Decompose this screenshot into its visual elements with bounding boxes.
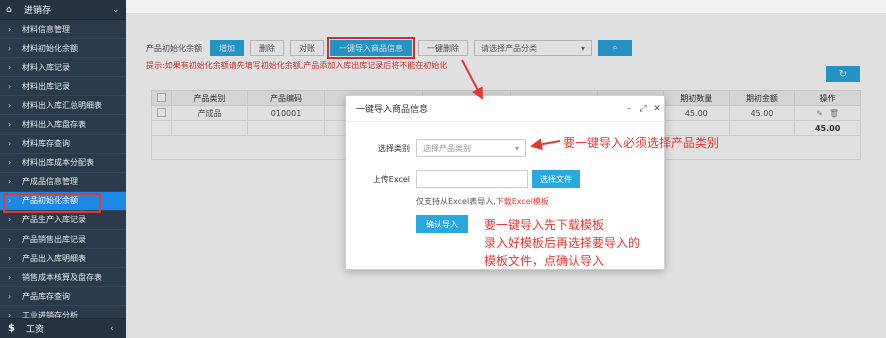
- modal-title: 一键导入商品信息: [356, 105, 429, 115]
- sidebar-item[interactable]: › 材料出库记录: [0, 77, 126, 97]
- chevron-down-icon: ⌄: [112, 4, 120, 15]
- sidebar-item[interactable]: › 产品生产入库记录: [0, 211, 126, 231]
- sidebar-item-label: 材料信息管理: [22, 24, 70, 34]
- modal-header: 一键导入商品信息 – ⤢ ✕: [346, 96, 664, 122]
- chevron-right-icon: ›: [8, 158, 12, 168]
- chevron-right-icon: ›: [8, 234, 12, 244]
- caret-down-icon: ▾: [514, 143, 519, 153]
- annotation-line: 要一键导入先下载模板: [484, 218, 605, 232]
- sidebar-item[interactable]: › 材料出入库汇总明细表: [0, 96, 126, 116]
- sidebar-item-label: 材料入库记录: [22, 62, 70, 72]
- sidebar-item-label: 材料出库记录: [22, 81, 70, 91]
- chevron-left-icon: ‹: [110, 323, 114, 334]
- sidebar-item[interactable]: › 产品库存查询: [0, 287, 126, 307]
- sidebar-item-label: 产成品信息管理: [22, 177, 78, 187]
- minimize-icon[interactable]: –: [622, 104, 636, 114]
- category-row: 选择类别 选择产品类别 ▾: [346, 139, 526, 157]
- annotation-line: 模板文件，点确认导入: [484, 254, 605, 268]
- sidebar-item[interactable]: › 材料库存查询: [0, 135, 126, 154]
- maximize-icon[interactable]: ⤢: [636, 104, 650, 114]
- sidebar-section-label: 进销存: [24, 6, 52, 16]
- modal-category-value: 选择产品类别: [423, 143, 471, 153]
- chevron-right-icon: ›: [8, 177, 12, 187]
- chevron-right-icon: ›: [8, 272, 12, 282]
- sidebar-item-label: 产品出入库明细表: [22, 253, 86, 263]
- upload-label: 上传Excel: [372, 174, 410, 184]
- sidebar: ⌂ 进销存 ⌄ › 材料信息管理 › 材料初始化余额 › 材料入库记录 › 材料出库记录…: [0, 0, 126, 338]
- chevron-right-icon: ›: [8, 196, 12, 206]
- top-bar: [126, 0, 886, 14]
- chevron-right-icon: ›: [8, 43, 12, 53]
- chevron-right-icon: ›: [8, 291, 12, 301]
- confirm-import-button[interactable]: 确认导入: [416, 215, 468, 233]
- sidebar-item-label: 材料库存查询: [22, 139, 70, 149]
- note-prefix: 仅支持从Excel表导入,: [416, 197, 496, 206]
- chevron-right-icon: ›: [8, 62, 12, 72]
- confirm-row: 确认导入: [416, 215, 468, 233]
- sidebar-item-label: 材料出入库盘存表: [22, 120, 86, 130]
- sidebar-item-label: 材料出库成本分配表: [22, 158, 94, 168]
- sidebar-item-label: 销售成本核算及盘存表: [22, 272, 102, 282]
- upload-note: 仅支持从Excel表导入,下载Excel模板: [416, 196, 549, 207]
- category-label: 选择类别: [378, 143, 410, 153]
- sidebar-item-label: 材料出入库汇总明细表: [22, 100, 102, 110]
- sidebar-section-footer[interactable]: $ 工资 ‹: [0, 318, 126, 338]
- sidebar-item[interactable]: › 产成品信息管理: [0, 173, 126, 192]
- chevron-right-icon: ›: [8, 24, 12, 34]
- chevron-right-icon: ›: [8, 253, 12, 263]
- sidebar-item[interactable]: › 材料出入库盘存表: [0, 115, 126, 135]
- sidebar-item-active[interactable]: › 产品初始化余额: [0, 191, 126, 213]
- modal-category-select[interactable]: 选择产品类别 ▾: [416, 139, 526, 157]
- upload-row: 上传Excel 选择文件: [346, 170, 580, 188]
- choose-file-button[interactable]: 选择文件: [532, 170, 580, 188]
- chevron-right-icon: ›: [8, 215, 12, 225]
- chevron-right-icon: ›: [8, 81, 12, 91]
- annotation-steps: 要一键导入先下载模板 录入好模板后再选择要导入的 模板文件，点确认导入: [484, 216, 684, 270]
- sidebar-item[interactable]: › 材料出库成本分配表: [0, 154, 126, 173]
- sidebar-item-label: 产品初始化余额: [22, 196, 78, 206]
- chevron-right-icon: ›: [8, 120, 12, 130]
- sidebar-item[interactable]: › 产品销售出库记录: [0, 230, 126, 250]
- dollar-icon: $: [8, 323, 15, 334]
- chevron-right-icon: ›: [8, 139, 12, 149]
- upload-file-field[interactable]: [416, 170, 528, 188]
- sidebar-item-label: 产品库存查询: [22, 291, 70, 301]
- sidebar-item[interactable]: › 材料初始化余额: [0, 39, 126, 59]
- home-icon: ⌂: [6, 4, 12, 15]
- chevron-right-icon: ›: [8, 100, 12, 110]
- annotation-category: 要一键导入必须选择产品类别: [563, 136, 720, 150]
- sidebar-item-label: 产品销售出库记录: [22, 234, 86, 244]
- download-template-link[interactable]: 下载Excel模板: [496, 197, 549, 206]
- sidebar-footer-label: 工资: [26, 325, 45, 335]
- sidebar-item-label: 产品生产入库记录: [22, 215, 86, 225]
- note-row: 仅支持从Excel表导入,下载Excel模板: [416, 196, 549, 207]
- sidebar-item[interactable]: › 销售成本核算及盘存表: [0, 268, 126, 288]
- sidebar-item[interactable]: › 材料入库记录: [0, 58, 126, 78]
- sidebar-item-label: 材料初始化余额: [22, 43, 78, 53]
- sidebar-item[interactable]: › 材料信息管理: [0, 20, 126, 40]
- sidebar-item[interactable]: › 产品出入库明细表: [0, 249, 126, 269]
- annotation-line: 录入好模板后再选择要导入的: [484, 236, 641, 250]
- sidebar-section-header[interactable]: ⌂ 进销存 ⌄: [0, 0, 126, 20]
- close-icon[interactable]: ✕: [650, 104, 664, 114]
